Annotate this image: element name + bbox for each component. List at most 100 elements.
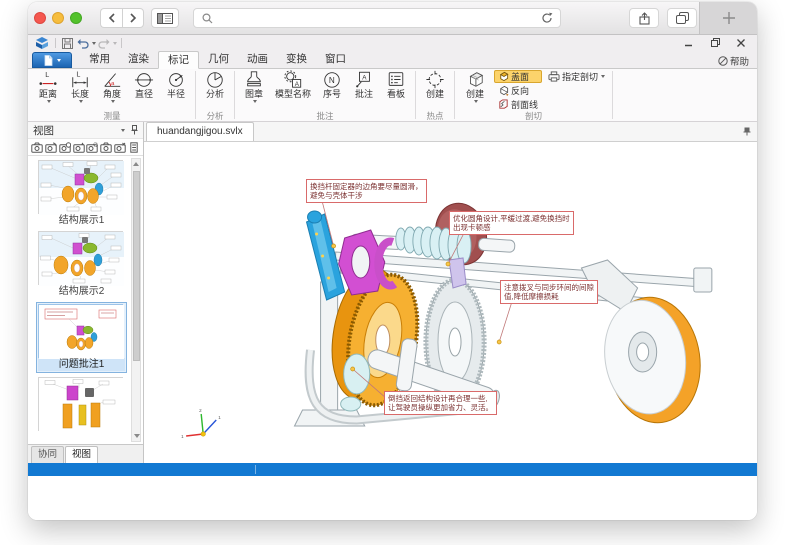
camera-refresh-icon[interactable] (59, 140, 72, 154)
hotspot-create-button[interactable]: 创建 (419, 70, 451, 99)
annotation-button[interactable]: A 批注 (348, 70, 380, 99)
redo-icon (98, 38, 110, 49)
view-item-partial[interactable] (38, 377, 129, 444)
ribbon: L 距离 L 长度 a 角度 (28, 68, 757, 122)
view-thumbnail[interactable] (38, 377, 123, 431)
length-button[interactable]: L 长度 (64, 70, 96, 103)
model-name-button[interactable]: A 模型名称 (270, 70, 316, 99)
tab-collaborate[interactable]: 协同 (31, 446, 64, 463)
specify-section-button[interactable]: 指定剖切 (544, 70, 609, 83)
separator (121, 38, 122, 48)
search-input[interactable] (218, 12, 536, 24)
view-thumbnail[interactable] (38, 160, 123, 214)
tab-chuangkou[interactable]: 窗口 (316, 51, 355, 68)
svg-text:2: 2 (199, 408, 202, 413)
camera-update-icon[interactable] (45, 140, 58, 154)
tab-overview-button[interactable] (667, 8, 697, 28)
zoom-window-button[interactable] (70, 12, 82, 24)
group-label-annotate: 批注 (238, 111, 412, 121)
cap-face-toggle[interactable]: 盖面 (494, 70, 542, 83)
view-thumbnail[interactable] (38, 231, 123, 285)
view-caption: 问题批注1 (38, 358, 125, 371)
model-name-icon: A (283, 70, 303, 89)
svg-text:L: L (76, 70, 80, 78)
radius-button[interactable]: 半径 (160, 70, 192, 99)
tab-views[interactable]: 视图 (65, 446, 98, 463)
help-button[interactable]: 帮助 (718, 54, 749, 68)
separator (195, 71, 196, 119)
sidebar-toggle-button[interactable] (151, 8, 179, 28)
ribbon-group-annotate: 图章 A 模型名称 N 序号 A 批注 (238, 70, 412, 121)
view-item-problem-annotation1[interactable]: 问题批注1 (36, 302, 127, 373)
undo-button[interactable] (75, 36, 91, 50)
camera-plain-icon[interactable] (100, 140, 113, 154)
back-button[interactable] (100, 8, 122, 28)
ribbon-tab-bar: 常用 渲染 标记 几何 动画 变换 窗口 帮助 (28, 51, 757, 68)
tab-jihe[interactable]: 几何 (199, 51, 238, 68)
tab-xuanran[interactable]: 渲染 (119, 51, 158, 68)
minimize-window-button[interactable] (52, 12, 64, 24)
serial-number-button[interactable]: N 序号 (316, 70, 348, 99)
section-line-icon (498, 99, 509, 110)
reload-button[interactable] (540, 11, 554, 25)
share-button[interactable] (629, 8, 659, 28)
address-search-field[interactable] (193, 8, 561, 28)
app-logo-icon (33, 36, 51, 50)
pin-icon[interactable] (131, 125, 138, 135)
save-button[interactable] (60, 36, 75, 50)
ribbon-group-hotspot: 创建 热点 (419, 70, 451, 121)
reverse-toggle[interactable]: 反向 (494, 84, 542, 97)
scrollbar-thumb[interactable] (133, 171, 140, 361)
close-window-button[interactable] (34, 12, 46, 24)
document-tab[interactable]: huandangjigou.svlx (146, 122, 254, 141)
tab-donghua[interactable]: 动画 (238, 51, 277, 68)
view-caption: 结构展示1 (38, 214, 125, 227)
tab-changyong[interactable]: 常用 (80, 51, 119, 68)
scroll-down-arrow-icon[interactable] (134, 434, 140, 438)
tab-biaoji[interactable]: 标记 (158, 51, 199, 69)
app-minimize-button[interactable] (683, 37, 695, 48)
dropdown-arrow-icon (601, 75, 605, 78)
forward-button[interactable] (122, 8, 144, 28)
redo-button[interactable] (96, 36, 112, 50)
new-tab-button[interactable] (699, 2, 757, 34)
annotation-callout-2[interactable]: 优化圆角设计,平缓过渡,避免换挡时 出现卡顿感 (449, 211, 574, 235)
app-restore-button[interactable] (709, 37, 721, 48)
browser-window: 常用 渲染 标记 几何 动画 变换 窗口 帮助 L 距离 (28, 2, 757, 520)
section-line-toggle[interactable]: 剖面线 (494, 98, 542, 111)
chevron-left-icon (108, 13, 116, 23)
tab-bar-pin-icon[interactable] (743, 127, 751, 136)
scroll-up-arrow-icon[interactable] (132, 159, 140, 169)
camera-list-icon[interactable] (127, 140, 140, 154)
section-create-button[interactable]: 创建 (458, 70, 492, 103)
stamp-button[interactable]: 图章 (238, 70, 270, 103)
view-item-structure2[interactable]: 结构展示2 (38, 231, 129, 298)
quick-access-toolbar (28, 35, 757, 51)
camera-capture-icon[interactable] (31, 140, 44, 154)
app-close-button[interactable] (735, 37, 747, 48)
board-button[interactable]: 看板 (380, 70, 412, 99)
camera-up-icon[interactable] (72, 140, 85, 154)
document-icon (44, 55, 53, 66)
diameter-button[interactable]: 直径 (128, 70, 160, 99)
analysis-button[interactable]: 分析 (199, 70, 231, 99)
coordinate-triad: 1 2 1 (181, 408, 221, 439)
svg-text:N: N (329, 76, 335, 85)
view-list-scrollbar[interactable] (131, 158, 141, 442)
annotation-callout-3[interactable]: 注意拨叉与同步环间的间隙 值,降低摩擦损耗 (500, 280, 598, 304)
view-thumbnail[interactable] (38, 304, 123, 358)
camera-delete-icon[interactable] (114, 140, 127, 154)
distance-button[interactable]: L 距离 (32, 70, 64, 103)
help-icon (718, 56, 728, 66)
tab-bianhuan[interactable]: 变换 (277, 51, 316, 68)
viewport-3d[interactable]: 1 2 1 换挡杆固定器的边角要尽量圆滑， 避免与壳体干涉 优化圆角设计,平缓过… (144, 142, 757, 463)
camera-settings-icon[interactable] (86, 140, 99, 154)
file-menu-button[interactable] (32, 52, 72, 68)
annotation-callout-4[interactable]: 倒挡返回结构设计再合理一些, 让驾驶员操纵更加省力、灵活。 (384, 391, 497, 415)
view-item-structure1[interactable]: 结构展示1 (38, 160, 129, 227)
angle-button[interactable]: a 角度 (96, 70, 128, 103)
annotation-callout-1[interactable]: 换挡杆固定器的边角要尽量圆滑， 避免与壳体干涉 (306, 179, 427, 203)
stamp-icon (244, 70, 264, 89)
redo-dropdown-arrow-icon[interactable] (113, 42, 117, 45)
panel-dropdown-arrow-icon[interactable] (121, 129, 125, 132)
